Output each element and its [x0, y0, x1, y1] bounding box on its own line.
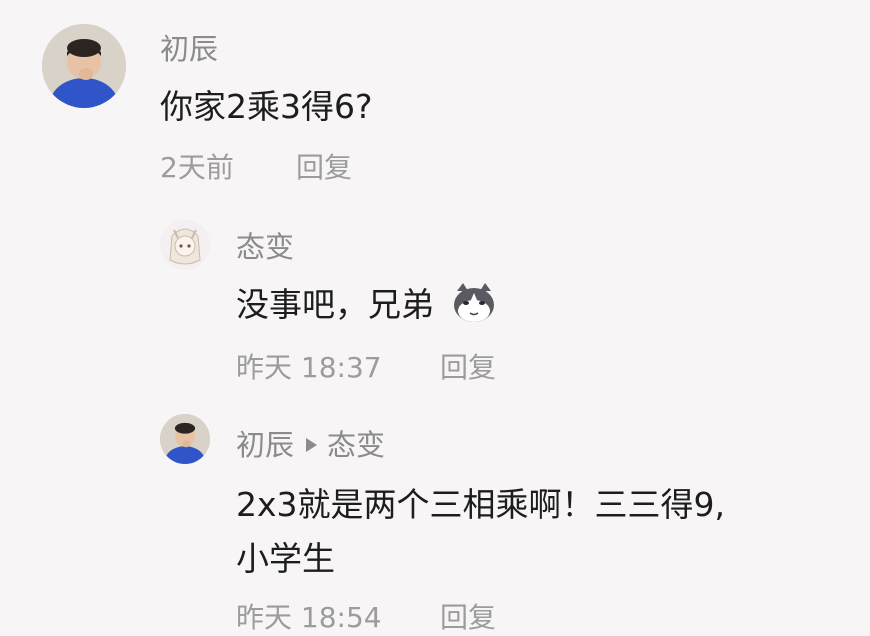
reply-button[interactable]: 回复	[440, 596, 496, 636]
reply-arrow-icon	[306, 438, 318, 452]
comment-text: 你家2乘3得6?	[160, 87, 373, 126]
comment-timestamp: 昨天 18:54	[236, 601, 382, 634]
comment-text-content: 没事吧，兄弟	[236, 285, 434, 324]
comment-timestamp: 2天前	[160, 151, 234, 184]
comment-author-line: 初辰 态变	[236, 422, 385, 464]
reply-button[interactable]: 回复	[296, 146, 352, 186]
avatar[interactable]	[160, 414, 210, 464]
cat-face-emoji-icon	[453, 282, 494, 322]
comment-text: 小学生	[236, 539, 335, 578]
comment-timestamp: 昨天 18:37	[236, 351, 382, 384]
comment-author[interactable]: 初辰	[236, 428, 294, 462]
avatar[interactable]	[42, 24, 126, 108]
reply-button[interactable]: 回复	[440, 346, 496, 386]
avatar[interactable]	[160, 220, 210, 270]
comment-text: 2x3就是两个三相乘啊！三三得9,	[236, 485, 726, 524]
reply-target-author[interactable]: 态变	[327, 428, 385, 462]
anime-girl-avatar-icon	[160, 220, 210, 270]
comment-author[interactable]: 态变	[236, 224, 294, 266]
boy-avatar-icon	[160, 414, 210, 464]
comment-text: 没事吧，兄弟	[236, 278, 497, 329]
boy-avatar-icon	[42, 24, 126, 108]
comment-author[interactable]: 初辰	[160, 26, 218, 68]
